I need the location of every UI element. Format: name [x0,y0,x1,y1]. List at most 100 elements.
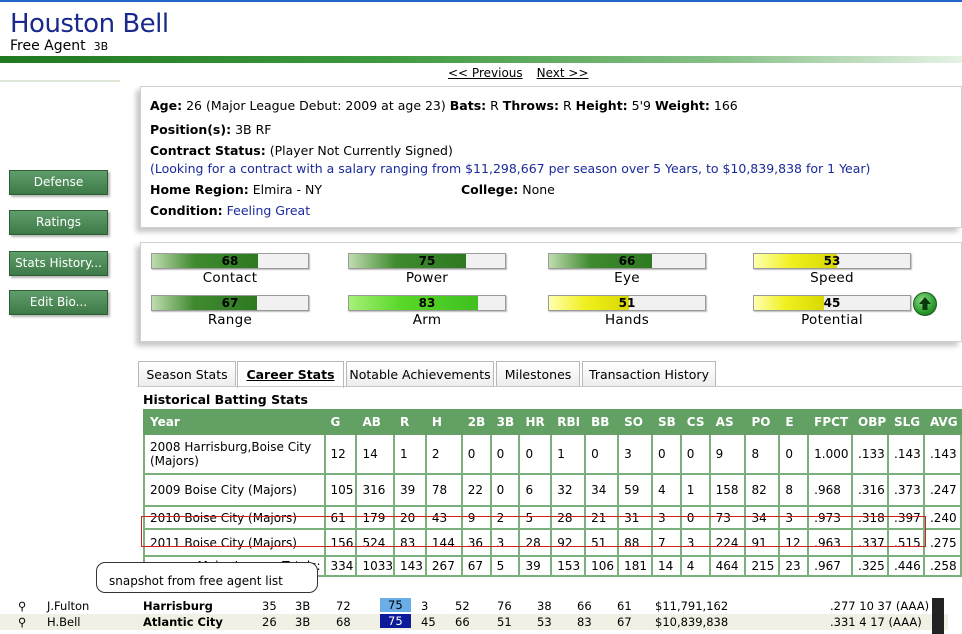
stats-header-cell: 2B [460,409,492,435]
stats-cell: 2 [424,433,463,475]
rating-bar: 67 [151,295,309,311]
stats-cell: .275 [922,528,962,557]
region-line: Home Region: Elmira - NY [150,182,322,197]
rating-speed: 53 Speed [753,253,911,286]
stats-title: Historical Batting Stats [143,392,308,407]
batting-stats-table: Year G AB R H 2B 3B HR RBI BB SO SB CS AS PO E FPCT OBP SL… [143,409,962,577]
fa-list-cell: 66 [577,599,592,613]
rating-bar: 66 [548,253,706,269]
rating-power: 75 Power [348,253,506,286]
height-label: Height: [575,98,628,113]
defense-chart-button[interactable]: Defense Chart... [9,170,108,212]
fa-list-cell: 3B [295,599,311,613]
rating-value: 53 [823,254,841,268]
stats-cell: 4 [650,473,682,507]
fa-list-row[interactable]: ⚲ H.Bell Atlantic City 26 3B 68 75 45 66 51 53 83 67… [0,614,948,630]
magnifier-icon[interactable]: ⚲ [18,599,26,613]
stats-cell: 0 [778,433,810,475]
stats-cell: .133 [851,433,890,475]
stats-cell: 9 [708,433,747,475]
rating-label: Eye [614,270,640,286]
stats-total-cell: 143 [393,555,427,577]
rating-label: Contact [202,270,258,286]
stats-header-cell: G [323,409,358,435]
throws-value: R [562,98,572,113]
stats-cell: 3 [617,433,653,475]
fa-list-cell: 61 [617,599,632,613]
stats-cell: 0 [650,433,682,475]
tab-milestones[interactable]: Milestones [496,361,580,387]
stats-total-cell: 1033 [355,555,395,577]
age-label: Age: [150,98,183,113]
stats-cell: 39 [393,473,427,507]
stats-total-cell: .258 [922,555,962,577]
fa-list-cell: 53 [537,615,552,629]
age-line: Age: 26 (Major League Debut: 2009 at age… [150,98,738,113]
tab-season-stats[interactable]: Season Stats [138,361,236,387]
stats-header-cell: OBP [851,409,890,435]
fa-list-cell: 45 [421,615,436,629]
fa-list-cell: 75 [380,614,411,628]
stats-cell: 14 [355,433,395,475]
region-value: Elmira - NY [252,182,322,197]
stats-header-cell: HR [518,409,553,435]
fa-list-cell: 3B [295,615,311,629]
tab-transaction-history[interactable]: Transaction History [582,361,716,387]
stats-cell: 82 [744,473,781,507]
stats-history-button[interactable]: Stats History... [9,251,108,276]
fa-list-cell: 3 [421,599,429,613]
stats-cell: 8 [778,473,810,507]
stats-total-cell: .446 [887,555,925,577]
list-scrollbar[interactable] [932,598,944,634]
ratings-history-button[interactable]: Ratings History... [9,210,108,252]
next-link[interactable]: Next >> [537,66,589,80]
rating-value: 67 [221,296,239,310]
bats-value: R [490,98,499,113]
stats-total-cell: 464 [708,555,747,577]
tab-notable-achievements[interactable]: Notable Achievements [346,361,494,387]
fa-list-cell: 72 [336,599,351,613]
stats-row: 2009 Boise City (Majors) 105 316 39 78 22 0 6 32… [143,473,962,507]
previous-link[interactable]: << Previous [448,66,523,80]
edit-bio-button[interactable]: Edit Bio... [9,290,108,315]
magnifier-icon[interactable]: ⚲ [18,615,26,629]
stats-cell: 1 [550,433,587,475]
positions-line: Position(s): 3B RF [150,122,271,137]
condition-value: Feeling Great [226,203,311,218]
fa-list-cell: $10,839,838 [655,615,729,629]
fa-list-cell: 68 [336,615,351,629]
stats-total-cell: .967 [807,555,854,577]
weight-label: Weight: [654,98,710,113]
rating-label: Power [405,270,449,286]
stats-header-cell: 3B [489,409,521,435]
stats-total-cell: 23 [778,555,810,577]
sidebar-divider [0,80,120,82]
stats-total-cell: .325 [851,555,890,577]
stats-cell: 12 [323,433,358,475]
weight-value: 166 [713,98,738,113]
player-info-panel: Age: 26 (Major League Debut: 2009 at age… [140,86,962,228]
stats-cell: 2009 Boise City (Majors) [143,473,326,507]
stats-header-cell: E [778,409,810,435]
tab-career-stats[interactable]: Career Stats [237,361,344,388]
player-name: Houston Bell [10,9,169,39]
stats-header-cell: AVG [922,409,962,435]
throws-label: Throws: [502,98,559,113]
rating-bar: 53 [753,253,911,269]
fa-list-cell: $11,791,162 [655,599,729,613]
stats-header-cell: BB [584,409,620,435]
stats-cell: 316 [355,473,395,507]
stats-total-cell: 334 [323,555,358,577]
stats-total-cell: 39 [518,555,553,577]
stats-cell: 0 [518,433,553,475]
free-agent-list: ⚲ J.Fulton Harrisburg 35 3B 72 75 3 52 76 38 66 61 $1… [0,598,948,634]
stats-cell: 0 [489,433,521,475]
stats-total-cell: 14 [650,555,682,577]
rating-label: Range [207,312,253,328]
player-nav: << Previous Next >> [448,66,603,80]
tabs-baseline [137,386,962,387]
fa-list-cell: 66 [455,615,470,629]
stats-total-cell: 67 [460,555,492,577]
height-value: 5'9 [631,98,651,113]
fa-list-row[interactable]: ⚲ J.Fulton Harrisburg 35 3B 72 75 3 52 76 38 66 61 $1… [0,598,948,614]
